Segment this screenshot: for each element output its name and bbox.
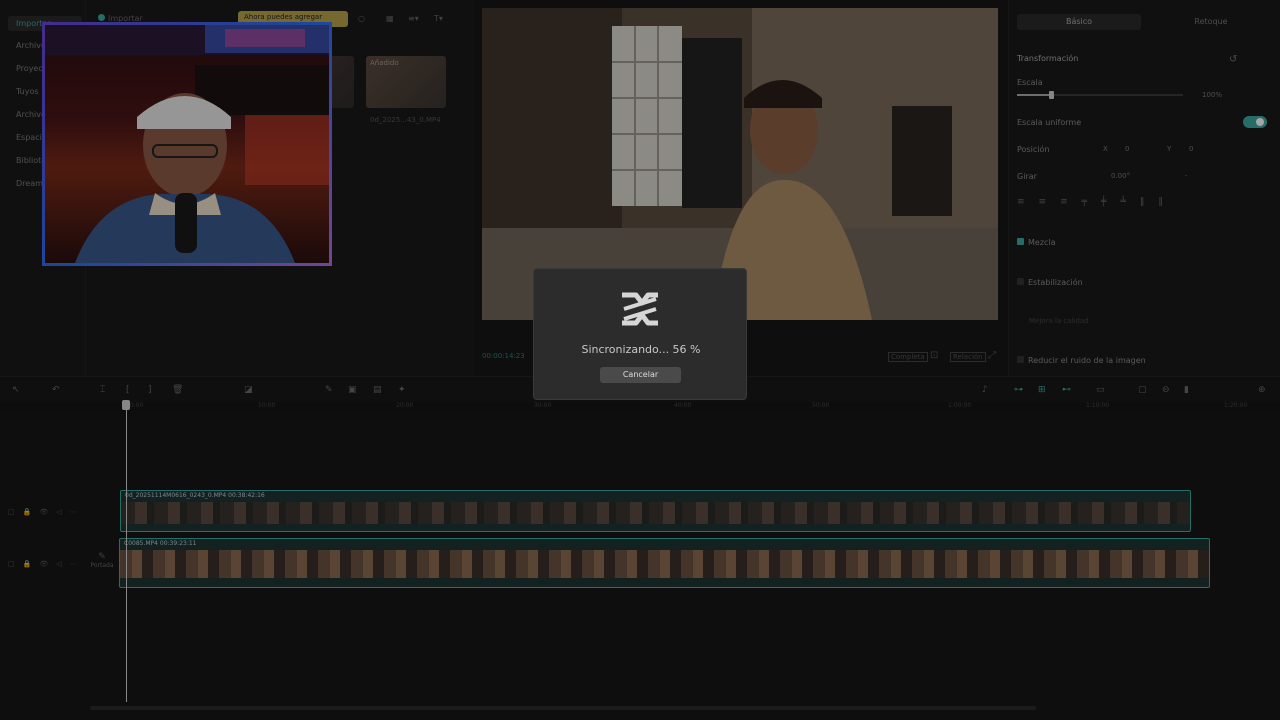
sync-dialog: Sincronizando... 56 % Cancelar <box>533 268 747 400</box>
cancel-label: Cancelar <box>622 370 659 379</box>
cancel-button[interactable]: Cancelar <box>600 367 681 383</box>
capcut-logo-icon <box>622 292 658 326</box>
editor-app: Importar Archivos Proyectos Tuyos Archiv… <box>0 0 1280 720</box>
sync-status-text: Sincronizando... 56 % <box>581 343 701 356</box>
